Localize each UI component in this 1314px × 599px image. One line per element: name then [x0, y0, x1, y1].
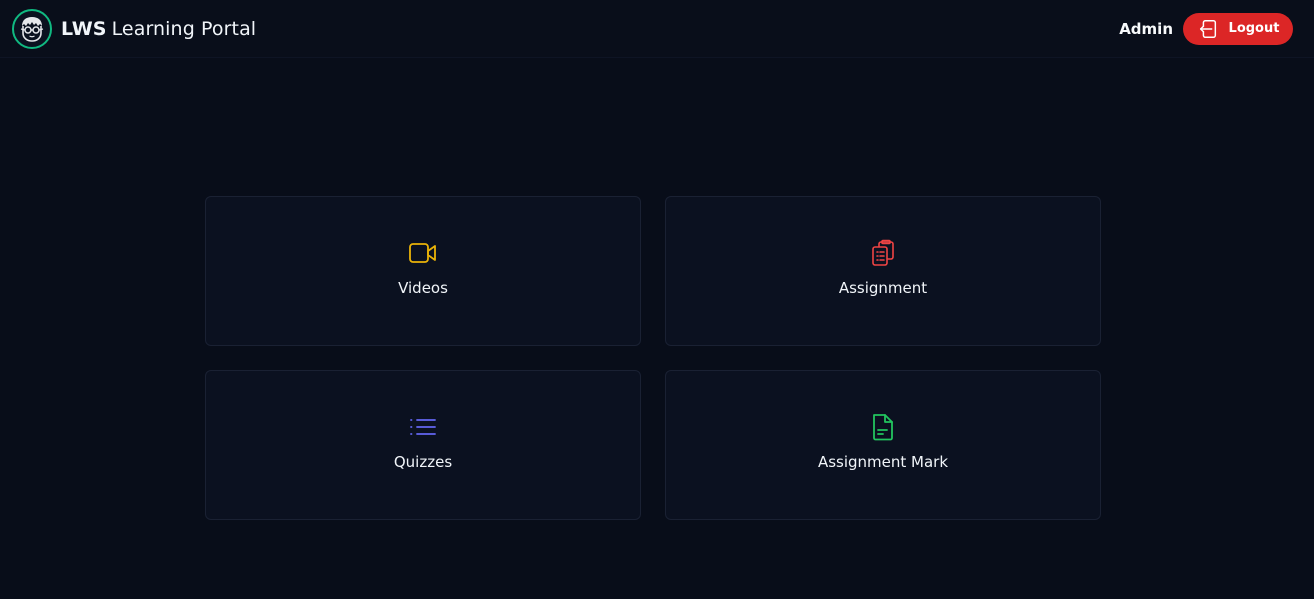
dashboard-grid: Videos Assignment Quizzes Assignment Mar…: [205, 196, 1101, 520]
card-assignment-mark[interactable]: Assignment Mark: [665, 370, 1101, 520]
developer-avatar-icon: [12, 8, 52, 49]
user-name: Admin: [1119, 19, 1173, 38]
list-bullet-icon: [409, 413, 437, 441]
card-label-quizzes: Quizzes: [393, 453, 453, 471]
card-assignment[interactable]: Assignment: [665, 196, 1101, 346]
logout-door-icon: [1197, 18, 1219, 40]
nav-right: Admin Logout: [1119, 12, 1293, 45]
clipboard-document-icon: [869, 239, 897, 267]
card-label-assignment-mark: Assignment Mark: [817, 453, 949, 471]
brand-title: LWS Learning Portal: [61, 18, 256, 40]
brand[interactable]: LWS Learning Portal: [12, 8, 256, 49]
logout-label: Logout: [1228, 21, 1280, 36]
top-navbar: LWS Learning Portal Admin Logout: [0, 0, 1314, 58]
brand-title-rest: Learning Portal: [111, 17, 257, 40]
card-videos[interactable]: Videos: [205, 196, 641, 346]
card-quizzes[interactable]: Quizzes: [205, 370, 641, 520]
document-text-icon: [870, 413, 896, 441]
brand-title-strong: LWS: [61, 17, 107, 40]
video-camera-icon: [408, 239, 438, 267]
card-label-assignment: Assignment: [838, 279, 928, 297]
logout-button[interactable]: Logout: [1183, 12, 1293, 45]
card-label-videos: Videos: [398, 279, 448, 297]
